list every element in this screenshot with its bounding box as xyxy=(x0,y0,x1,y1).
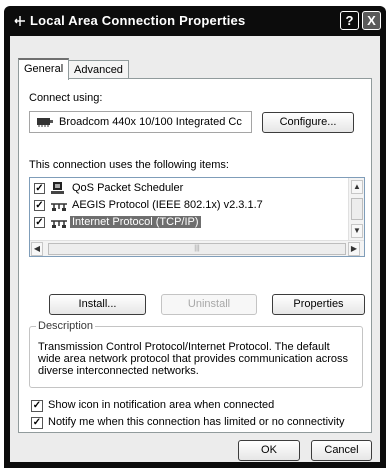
title-bar[interactable]: Local Area Connection Properties ? X xyxy=(4,6,386,36)
show-icon-label: Show icon in notification area when conn… xyxy=(48,399,275,411)
list-item[interactable]: ✓ Internet Protocol (TCP/IP) xyxy=(32,215,342,231)
qos-scheduler-icon xyxy=(50,182,68,196)
window-title: Local Area Connection Properties xyxy=(30,13,246,28)
item-checkbox[interactable]: ✓ xyxy=(34,217,45,228)
close-button[interactable]: X xyxy=(362,11,381,30)
network-card-icon xyxy=(37,117,53,127)
notify-checkbox[interactable]: ✓ xyxy=(31,417,43,429)
list-item[interactable]: ✓ AEGIS Protocol (IEEE 802.1x) v2.3.1.7 xyxy=(32,198,342,214)
scroll-down-arrow-icon[interactable]: ▼ xyxy=(351,224,363,238)
components-list[interactable]: ✓ QoS Packet Scheduler ✓ AEGIS Protocol … xyxy=(29,177,365,257)
description-group: Description Transmission Control Protoco… xyxy=(29,320,363,388)
connect-using-label: Connect using: xyxy=(29,92,103,104)
properties-dialog: Local Area Connection Properties ? X Gen… xyxy=(4,6,386,468)
notify-option[interactable]: ✓ Notify me when this connection has lim… xyxy=(31,416,361,430)
show-icon-option[interactable]: ✓ Show icon in notification area when co… xyxy=(31,399,361,413)
tab-general[interactable]: General xyxy=(18,58,70,80)
scroll-up-arrow-icon[interactable]: ▲ xyxy=(351,180,363,194)
dialog-client-area: General Advanced Connect using: Broadcom… xyxy=(10,36,380,462)
help-button[interactable]: ? xyxy=(340,11,359,30)
protocol-icon xyxy=(50,216,68,230)
item-label: QoS Packet Scheduler xyxy=(72,182,184,194)
notify-label: Notify me when this connection has limit… xyxy=(48,416,345,428)
item-checkbox[interactable]: ✓ xyxy=(34,200,45,211)
vertical-scrollbar[interactable]: ▲ ▼ xyxy=(348,178,364,240)
network-connection-icon xyxy=(14,15,26,27)
general-tab-panel: Connect using: Broadcom 440x 10/100 Inte… xyxy=(18,78,372,433)
adapter-field: Broadcom 440x 10/100 Integrated Cc xyxy=(29,111,252,133)
uninstall-button: Uninstall xyxy=(161,294,257,315)
adapter-name: Broadcom 440x 10/100 Integrated Cc xyxy=(59,116,242,128)
ok-button[interactable]: OK xyxy=(238,440,300,461)
description-text: Transmission Control Protocol/Internet P… xyxy=(38,341,348,377)
scroll-right-arrow-icon[interactable]: ▶ xyxy=(348,242,360,256)
vertical-scroll-thumb[interactable] xyxy=(351,198,363,220)
scroll-left-arrow-icon[interactable]: ◀ xyxy=(31,242,43,256)
list-item[interactable]: ✓ QoS Packet Scheduler xyxy=(32,181,342,197)
install-button[interactable]: Install... xyxy=(49,294,146,315)
tab-advanced[interactable]: Advanced xyxy=(68,60,129,78)
description-legend: Description xyxy=(36,320,96,332)
horizontal-scroll-thumb[interactable]: ||| xyxy=(48,243,346,255)
configure-button[interactable]: Configure... xyxy=(262,112,354,133)
show-icon-checkbox[interactable]: ✓ xyxy=(31,400,43,412)
item-label: Internet Protocol (TCP/IP) xyxy=(70,216,201,228)
item-label: AEGIS Protocol (IEEE 802.1x) v2.3.1.7 xyxy=(72,199,263,211)
items-label: This connection uses the following items… xyxy=(29,159,229,171)
properties-button[interactable]: Properties xyxy=(272,294,365,315)
protocol-icon xyxy=(50,199,68,213)
horizontal-scrollbar[interactable]: ◀ ||| ▶ xyxy=(30,240,364,256)
item-checkbox[interactable]: ✓ xyxy=(34,183,45,194)
cancel-button[interactable]: Cancel xyxy=(311,440,372,461)
